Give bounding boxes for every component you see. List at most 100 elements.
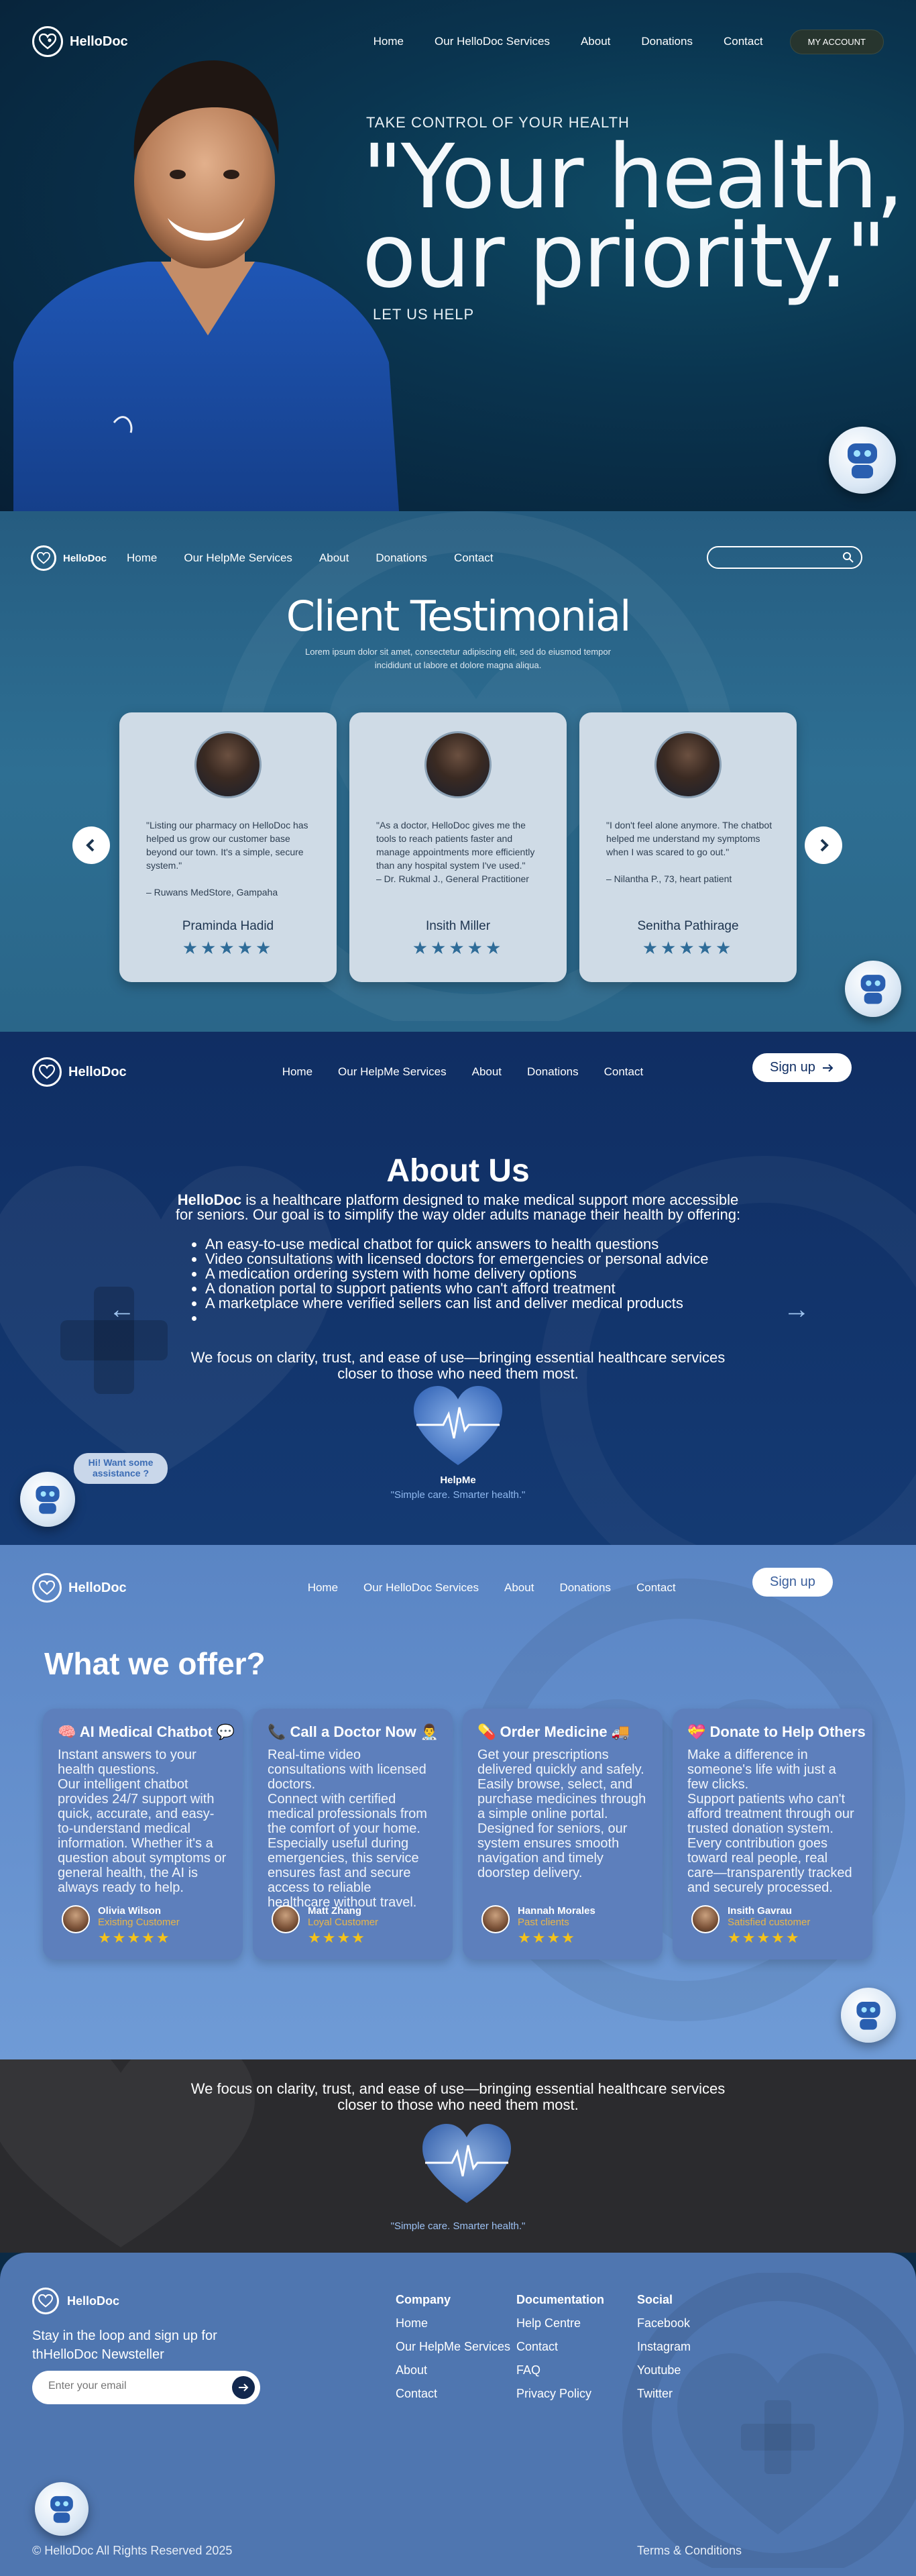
list-item: A medication ordering system with home d… xyxy=(205,1267,747,1281)
arrow-right-icon xyxy=(239,2383,249,2392)
footer-link-instagram[interactable]: Instagram xyxy=(637,2340,691,2354)
footer-link-faq[interactable]: FAQ xyxy=(516,2363,604,2377)
reviewer-role: Past clients xyxy=(518,1917,569,1928)
service-card-donate[interactable]: 💝 Donate to Help Others Make a differenc… xyxy=(673,1709,872,1960)
quote-text: "I don't feel alone anymore. The chatbot… xyxy=(606,820,772,857)
about-title: About Us xyxy=(386,1153,530,1189)
sign-up-button[interactable]: Sign up xyxy=(752,1053,852,1082)
footer-link-facebook[interactable]: Facebook xyxy=(637,2316,691,2330)
brand-logo[interactable]: HelloDoc xyxy=(32,2288,119,2314)
reviewer-name: Hannah Morales xyxy=(518,1905,595,1917)
sign-up-label: Sign up xyxy=(770,1574,815,1589)
nav-home[interactable]: Home xyxy=(374,35,404,48)
service-review: Olivia Wilson Existing Customer ★★★★★ xyxy=(62,1905,180,1947)
terms-link[interactable]: Terms & Conditions xyxy=(637,2544,742,2558)
nav-about[interactable]: About xyxy=(581,35,610,48)
reviewer-name: Olivia Wilson xyxy=(98,1905,162,1917)
avatar xyxy=(691,1905,720,1933)
my-account-button[interactable]: MY ACCOUNT xyxy=(789,29,884,54)
footer-link-contact[interactable]: Contact xyxy=(516,2340,604,2354)
testimonial-title: Client Testimonial xyxy=(286,592,632,641)
services-title: What we offer? xyxy=(44,1646,266,1681)
list-item: A donation portal to support patients wh… xyxy=(205,1281,747,1296)
arrow-right-icon[interactable]: → xyxy=(783,1295,810,1325)
nav-contact[interactable]: Contact xyxy=(724,35,763,48)
email-field[interactable] xyxy=(48,2380,223,2392)
newsletter-submit-button[interactable] xyxy=(232,2376,255,2399)
let-us-help-link[interactable]: LET US HELP xyxy=(373,306,474,323)
chatbot-robot-icon[interactable] xyxy=(829,427,896,494)
footer-documentation-column: Documentation Help Centre Contact FAQ Pr… xyxy=(516,2293,604,2410)
nav-donations[interactable]: Donations xyxy=(559,1581,611,1595)
nav-about[interactable]: About xyxy=(504,1581,534,1595)
nav-about[interactable]: About xyxy=(319,551,349,565)
service-description: Make a difference in someone's life with… xyxy=(687,1748,854,1895)
list-item: A marketplace where verified sellers can… xyxy=(205,1296,747,1311)
reviewer-name: Insith Gavrau xyxy=(728,1905,792,1917)
testimonial-name: Praminda Hadid xyxy=(182,919,274,933)
reviewer-role: Existing Customer xyxy=(98,1917,180,1928)
about-closing: We focus on clarity, trust, and ease of … xyxy=(190,1349,726,1382)
brand-logo[interactable]: HelloDoc xyxy=(32,1573,127,1603)
footer-link-home[interactable]: Home xyxy=(396,2316,510,2330)
nav-home[interactable]: Home xyxy=(282,1065,312,1079)
background-heart-watermark xyxy=(622,2273,916,2568)
carousel-prev-button[interactable] xyxy=(72,826,110,864)
footer-link-help-centre[interactable]: Help Centre xyxy=(516,2316,604,2330)
service-card-medicine[interactable]: 💊 Order Medicine 🚚 Get your prescription… xyxy=(463,1709,663,1960)
footer-link-youtube[interactable]: Youtube xyxy=(637,2363,691,2377)
service-description: Instant answers to your health questions… xyxy=(58,1748,227,1895)
avatar xyxy=(62,1905,90,1933)
nav-donations[interactable]: Donations xyxy=(376,551,427,565)
reviewer-name: Matt Zhang xyxy=(308,1905,361,1917)
hero-section: HelloDoc Home Our HelloDoc Services Abou… xyxy=(0,0,916,511)
testimonial-nav-links: Home Our HelpMe Services About Donations… xyxy=(127,551,494,565)
feature-list: An easy-to-use medical chatbot for quick… xyxy=(190,1237,747,1326)
nav-donations[interactable]: Donations xyxy=(641,35,693,48)
arrow-left-icon[interactable]: ← xyxy=(109,1295,135,1325)
nav-services[interactable]: Our HelpMe Services xyxy=(184,551,292,565)
testimonial-section: HelloDoc Home Our HelpMe Services About … xyxy=(0,511,916,1032)
service-card-chatbot[interactable]: 🧠 AI Medical Chatbot 💬 Instant answers t… xyxy=(43,1709,243,1960)
chatbot-robot-icon[interactable] xyxy=(20,1472,75,1527)
carousel-next-button[interactable] xyxy=(805,826,842,864)
copyright: © HelloDoc All Rights Reserved 2025 xyxy=(32,2544,233,2557)
service-title: 💝 Donate to Help Others xyxy=(687,1723,866,1740)
nav-services[interactable]: Our HelpMe Services xyxy=(338,1065,447,1079)
brand-logo[interactable]: HelloDoc xyxy=(32,1057,127,1087)
heartbeat-heart-icon xyxy=(414,1386,502,1465)
chevron-right-icon xyxy=(820,839,829,852)
nav-contact[interactable]: Contact xyxy=(636,1581,676,1595)
nav-home[interactable]: Home xyxy=(308,1581,338,1595)
quote-attribution: – Dr. Rukmal J., General Practitioner xyxy=(376,873,529,884)
chat-bubble[interactable]: Hi! Want some assistance ? xyxy=(74,1453,168,1484)
chatbot-robot-icon[interactable] xyxy=(845,961,901,1017)
nav-services[interactable]: Our HelloDoc Services xyxy=(363,1581,479,1595)
about-intro: HelloDoc is a healthcare platform design… xyxy=(173,1193,743,1222)
service-card-doctor-call[interactable]: 📞 Call a Doctor Now 👨‍⚕️ Real-time video… xyxy=(253,1709,453,1960)
footer-link-services[interactable]: Our HelpMe Services xyxy=(396,2340,510,2354)
footer-link-twitter[interactable]: Twitter xyxy=(637,2387,691,2401)
footer-link-about[interactable]: About xyxy=(396,2363,510,2377)
service-title: 📞 Call a Doctor Now 👨‍⚕️ xyxy=(268,1723,439,1740)
nav-services[interactable]: Our HelloDoc Services xyxy=(435,35,550,48)
search-icon[interactable] xyxy=(842,551,854,564)
chatbot-robot-icon[interactable] xyxy=(35,2482,89,2536)
footer-link-contact[interactable]: Contact xyxy=(396,2387,510,2401)
service-title: 🧠 AI Medical Chatbot 💬 xyxy=(58,1723,235,1740)
nav-contact[interactable]: Contact xyxy=(454,551,494,565)
sign-up-button[interactable]: Sign up xyxy=(752,1568,833,1597)
star-rating: ★★★★★ xyxy=(98,1929,171,1946)
avatar xyxy=(194,731,262,798)
star-rating: ★★★★ xyxy=(518,1929,576,1946)
footer-link-privacy[interactable]: Privacy Policy xyxy=(516,2387,604,2401)
nav-about[interactable]: About xyxy=(472,1065,502,1079)
footer-column-title: Documentation xyxy=(516,2293,605,2306)
nav-home[interactable]: Home xyxy=(127,551,157,565)
chatbot-robot-icon[interactable] xyxy=(841,1988,896,2043)
nav-contact[interactable]: Contact xyxy=(604,1065,644,1079)
search-input[interactable] xyxy=(707,546,862,569)
brand-logo[interactable]: HelloDoc xyxy=(31,545,107,571)
footer-column-title: Company xyxy=(396,2293,451,2306)
nav-donations[interactable]: Donations xyxy=(527,1065,579,1079)
